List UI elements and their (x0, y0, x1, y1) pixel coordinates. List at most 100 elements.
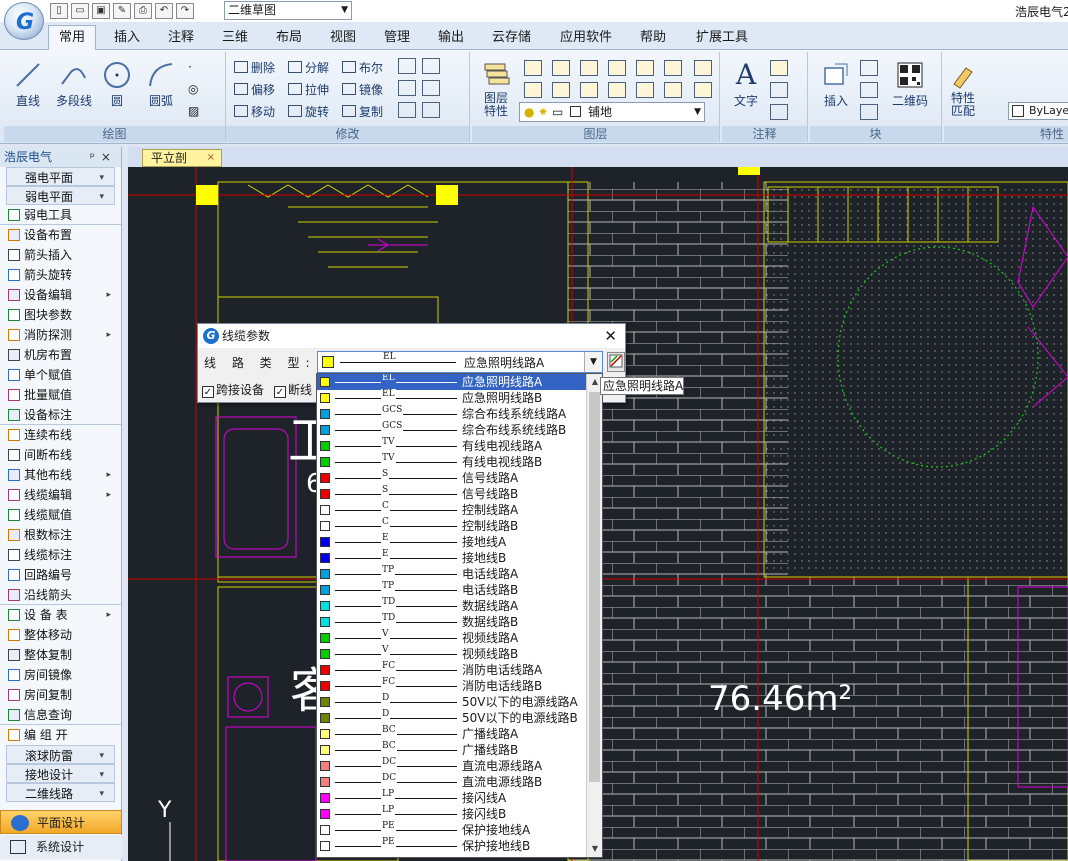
line-type-option[interactable]: FC 消防电话线路B (317, 677, 587, 694)
line-type-option[interactable]: PE 保护接地线B (317, 837, 587, 854)
ellipse-icon[interactable]: ◎ (188, 82, 206, 98)
qrcode-button[interactable]: 二维码 (888, 60, 932, 109)
panel-item[interactable]: 机房布置 (0, 345, 121, 365)
block-edit-icon[interactable] (860, 60, 878, 76)
tab-insert[interactable]: 插入 (110, 27, 144, 49)
pick-style-button[interactable] (607, 352, 625, 372)
line-type-option[interactable]: D 50V以下的电源线路B (317, 709, 587, 726)
offset-button[interactable]: 偏移 (234, 80, 275, 100)
undo-icon[interactable]: ↶ (155, 3, 173, 19)
panel-item[interactable]: 线缆编辑 ▸ (0, 485, 121, 505)
line-type-option[interactable]: GCS 综合布线系统线路B (317, 421, 587, 438)
line-button[interactable]: 直线 (10, 60, 46, 109)
line-type-dropdown-list[interactable]: EL 应急照明线路A EL 应急照明线路B GCS 综合布线系统线路A GCS 综合布线系统线… (316, 373, 603, 858)
panel-item[interactable]: 设备标注 (0, 405, 121, 425)
panel-item[interactable]: 弱电工具 (0, 205, 121, 225)
break-line-checkbox[interactable]: ✓ 断线 (274, 381, 312, 398)
tab-extensions[interactable]: 扩展工具 (692, 27, 752, 49)
panel-item[interactable]: 整体复制 (0, 645, 121, 665)
cross-device-checkbox[interactable]: ✓ 跨接设备 (202, 381, 264, 398)
panel-item[interactable]: 箭头插入 (0, 245, 121, 265)
panel-item[interactable]: 箭头旋转 (0, 265, 121, 285)
layer-lock-icon[interactable] (636, 60, 654, 76)
line-type-option[interactable]: C 控制线路B (317, 517, 587, 534)
arc-button[interactable]: 圆弧 (144, 60, 178, 109)
line-type-option[interactable]: BC 广播线路B (317, 741, 587, 758)
panel-item[interactable]: 连续布线 (0, 425, 121, 445)
panel-item[interactable]: 信息查询 (0, 705, 121, 725)
insert-block-button[interactable]: 插入 (816, 60, 856, 109)
tab-manage[interactable]: 管理 (380, 27, 414, 49)
layer-freeze-icon[interactable] (608, 60, 626, 76)
saveas-icon[interactable]: ✎ (113, 3, 131, 19)
panel-item[interactable]: 根数标注 (0, 525, 121, 545)
line-type-option[interactable]: LP 接闪线B (317, 805, 587, 822)
panel-item[interactable]: 房间镜像 (0, 665, 121, 685)
plan-design-button[interactable]: 平面设计 (0, 810, 122, 834)
line-type-option[interactable]: D 50V以下的电源线路A (317, 693, 587, 710)
line-type-option[interactable]: TP 电话线路B (317, 581, 587, 598)
line-type-option[interactable]: TD 数据线路A (317, 597, 587, 614)
new-icon[interactable]: ▯ (50, 3, 68, 19)
rotate-button[interactable]: 旋转 (288, 102, 329, 122)
line-type-option[interactable]: TP 电话线路A (317, 565, 587, 582)
panel-item[interactable]: 弱电平面 ▾ (6, 186, 115, 205)
panel-item[interactable]: 编 组 开 (0, 725, 121, 745)
panel-item[interactable]: 间断布线 (0, 445, 121, 465)
layer-current-icon[interactable] (524, 82, 542, 98)
block-create-icon[interactable] (860, 104, 878, 120)
tab-layout[interactable]: 布局 (272, 27, 306, 49)
panel-controls[interactable]: ᵖ× (90, 147, 117, 167)
boolean-button[interactable]: 布尔 (342, 58, 383, 78)
panel-item[interactable]: 整体移动 (0, 625, 121, 645)
app-logo[interactable]: G (4, 2, 44, 40)
line-type-option[interactable]: S 信号线路B (317, 485, 587, 502)
scroll-down-icon[interactable]: ▼ (587, 841, 602, 857)
scrollbar-thumb[interactable] (589, 392, 600, 782)
layer-match-icon[interactable] (664, 60, 682, 76)
save-icon[interactable]: ▣ (92, 3, 110, 19)
polyline-button[interactable]: 多段线 (52, 60, 96, 109)
line-type-option[interactable]: TD 数据线路B (317, 613, 587, 630)
line-type-option[interactable]: E 接地线A (317, 533, 587, 550)
line-type-option[interactable]: V 视频线路A (317, 629, 587, 646)
system-design-button[interactable]: 系统设计 (0, 835, 122, 859)
layer-unlock-icon[interactable] (636, 82, 654, 98)
panel-item[interactable]: 滚球防雷 ▾ (6, 745, 115, 764)
trim-icon[interactable] (422, 58, 440, 74)
tab-3d[interactable]: 三维 (218, 27, 252, 49)
tab-view[interactable]: 视图 (326, 27, 360, 49)
panel-item[interactable]: 设备编辑 ▸ (0, 285, 121, 305)
line-type-option[interactable]: EL 应急照明线路B (317, 389, 587, 406)
panel-item[interactable]: 接地设计 ▾ (6, 764, 115, 783)
panel-item[interactable]: 线缆赋值 (0, 505, 121, 525)
layer-walk-icon[interactable] (694, 60, 712, 76)
panel-item[interactable]: 房间复制 (0, 685, 121, 705)
line-type-option[interactable]: FC 消防电话线路A (317, 661, 587, 678)
print-icon[interactable]: ⎙ (134, 3, 152, 19)
document-tab[interactable]: 平立剖 × (142, 149, 222, 167)
panel-item[interactable]: 批量赋值 (0, 385, 121, 405)
panel-item[interactable]: 强电平面 ▾ (6, 167, 115, 186)
line-type-option[interactable]: DC 直流电源线路B (317, 773, 587, 790)
tab-cloud[interactable]: 云存储 (488, 27, 535, 49)
workspace-select[interactable]: 二维草图 ▼ (224, 1, 352, 20)
close-icon[interactable]: × (207, 150, 215, 166)
tab-annotate[interactable]: 注释 (164, 27, 198, 49)
line-type-combobox[interactable]: EL 应急照明线路A ▼ (317, 351, 603, 373)
layer-isolate-icon[interactable] (552, 60, 570, 76)
line-type-option[interactable]: TV 有线电视线路A (317, 437, 587, 454)
line-type-option[interactable]: S 信号线路A (317, 469, 587, 486)
layer-merge-icon[interactable] (664, 82, 682, 98)
redo-icon[interactable]: ↷ (176, 3, 194, 19)
mirror-button[interactable]: 镜像 (342, 80, 383, 100)
line-type-option[interactable]: V 视频线路B (317, 645, 587, 662)
line-type-option[interactable]: TV 有线电视线路B (317, 453, 587, 470)
circle-button[interactable]: 圆 (102, 60, 132, 109)
tab-output[interactable]: 输出 (434, 27, 468, 49)
line-type-option[interactable]: C 控制线路A (317, 501, 587, 518)
open-icon[interactable]: ▭ (71, 3, 89, 19)
panel-item[interactable]: 其他布线 ▸ (0, 465, 121, 485)
layer-properties-button[interactable]: 图层 特性 (478, 60, 514, 118)
line-type-option[interactable]: EL 应急照明线路A (317, 374, 587, 390)
